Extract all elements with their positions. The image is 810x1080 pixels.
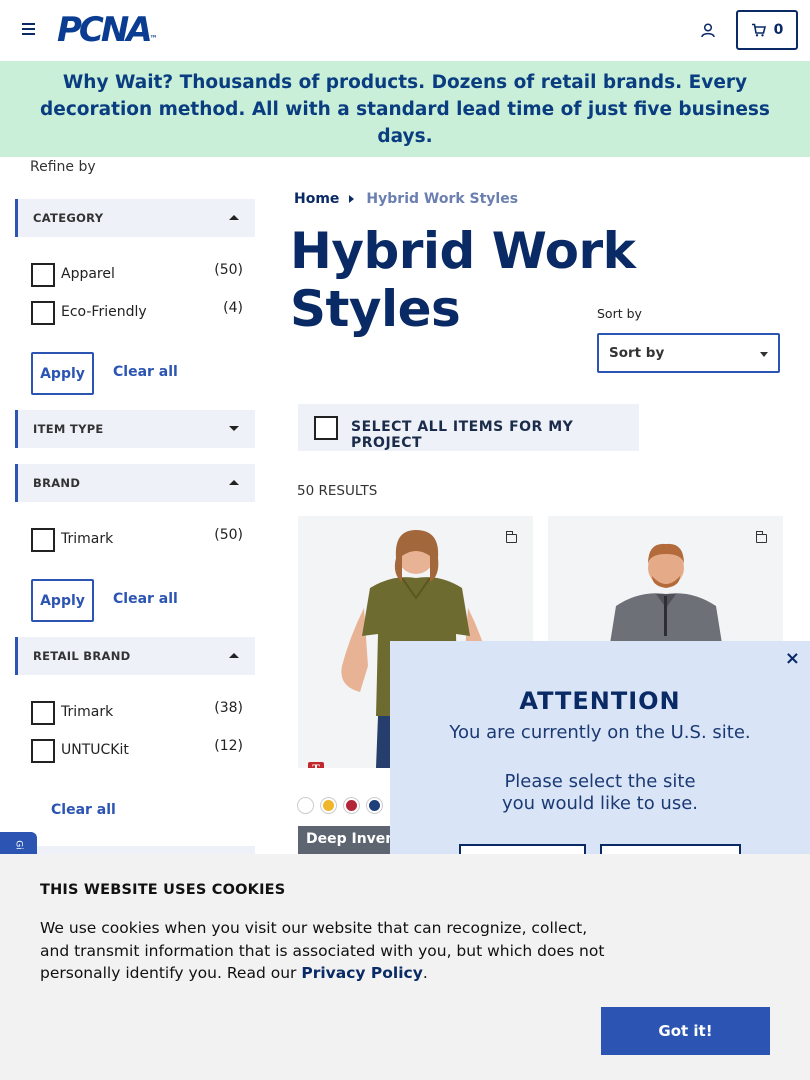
facet-option-label: Trimark [61,531,114,547]
caret-up-icon [229,480,239,485]
checkbox[interactable] [31,263,55,287]
breadcrumb-current: Hybrid Work Styles [366,191,519,207]
select-all-items[interactable]: SELECT ALL ITEMS FOR MY PROJECT [298,404,639,451]
promo-text: Why Wait? Thousands of products. Dozens … [40,71,770,147]
facet-next-header[interactable] [15,846,255,854]
gift-tab[interactable]: Gi [0,832,37,856]
trimark-badge-icon: T [308,762,324,768]
facet-option-count: (38) [214,700,243,716]
facet-option-count: (50) [214,262,243,278]
facet-option-label: Eco-Friendly [61,304,147,320]
checkbox[interactable] [31,739,55,763]
site-select-modal: × ATTENTION You are currently on the U.S… [390,641,810,864]
facet-brand-toggle[interactable]: BRAND [15,464,255,502]
facet-option[interactable]: Apparel (50) [31,262,243,288]
facet-title: ITEM TYPE [33,422,104,436]
gift-tab-label: Gi [13,840,24,850]
facet-title: RETAIL BRAND [33,649,131,663]
facet-item-type-toggle[interactable]: ITEM TYPE [15,410,255,448]
facet-option-count: (12) [214,738,243,754]
facet-title: BRAND [33,476,81,490]
facet-option-count: (50) [214,527,243,543]
cart-button[interactable]: 0 [736,10,798,50]
modal-message: You are currently on the U.S. site. [449,722,751,743]
cookie-title: THIS WEBSITE USES COOKIES [40,882,286,898]
breadcrumb-home[interactable]: Home [294,191,339,207]
cookie-banner: THIS WEBSITE USES COOKIES We use cookies… [0,854,810,1080]
facet-option-label: UNTUCKit [61,742,129,758]
chevron-down-icon [760,352,768,357]
checkbox[interactable] [31,301,55,325]
facet-option-label: Trimark [61,704,114,720]
breadcrumb: Home Hybrid Work Styles [294,191,518,207]
clear-all-link[interactable]: Clear all [51,802,116,818]
facet-option[interactable]: Trimark (38) [31,700,243,726]
facet-option-label: Apparel [61,266,115,282]
site-header: PCNA™ 0 [0,0,810,61]
apply-button[interactable]: Apply [31,579,94,622]
color-swatch[interactable] [298,798,313,813]
color-swatch[interactable] [344,798,359,813]
color-swatch[interactable] [367,798,382,813]
select-all-checkbox[interactable] [314,416,338,440]
pcna-logo[interactable]: PCNA™ [57,13,158,47]
breadcrumb-arrow-icon [349,195,355,203]
cookie-text: We use cookies when you visit our websit… [40,919,605,982]
apply-button[interactable]: Apply [31,352,94,395]
cart-icon [751,23,766,37]
modal-title: ATTENTION [519,687,681,715]
color-swatches [298,798,382,813]
folder-icon[interactable] [755,531,767,543]
facet-option-count: (4) [223,300,243,316]
sort-select[interactable]: Sort by [597,333,780,373]
results-count: 50 RESULTS [297,483,378,499]
checkbox[interactable] [31,701,55,725]
checkbox[interactable] [31,528,55,552]
facet-title: CATEGORY [33,211,104,225]
page-title: Hybrid Work Styles [290,222,636,338]
sort-value: Sort by [609,345,665,361]
clear-all-link[interactable]: Clear all [113,364,178,380]
promo-banner[interactable]: Why Wait? Thousands of products. Dozens … [0,61,810,157]
modal-prompt: Please select the site you would like to… [501,771,699,814]
color-swatch[interactable] [321,798,336,813]
caret-down-icon [229,426,239,431]
select-all-label: SELECT ALL ITEMS FOR MY PROJECT [351,419,574,451]
menu-icon[interactable] [22,23,35,35]
folder-icon[interactable] [505,531,517,543]
facet-option[interactable]: Trimark (50) [31,527,243,553]
privacy-policy-link[interactable]: Privacy Policy [301,964,423,982]
sort-label: Sort by [597,306,642,321]
account-icon[interactable] [700,22,716,38]
refine-by-label: Refine by [30,159,96,175]
close-icon[interactable]: × [785,648,800,669]
facet-option[interactable]: UNTUCKit (12) [31,738,243,764]
facet-category-toggle[interactable]: CATEGORY [15,199,255,237]
cart-count: 0 [773,22,784,38]
caret-up-icon [229,653,239,658]
facet-retail-brand-toggle[interactable]: RETAIL BRAND [15,637,255,675]
caret-up-icon [229,215,239,220]
got-it-button[interactable]: Got it! [601,1007,770,1055]
clear-all-link[interactable]: Clear all [113,591,178,607]
facet-option[interactable]: Eco-Friendly (4) [31,300,243,326]
